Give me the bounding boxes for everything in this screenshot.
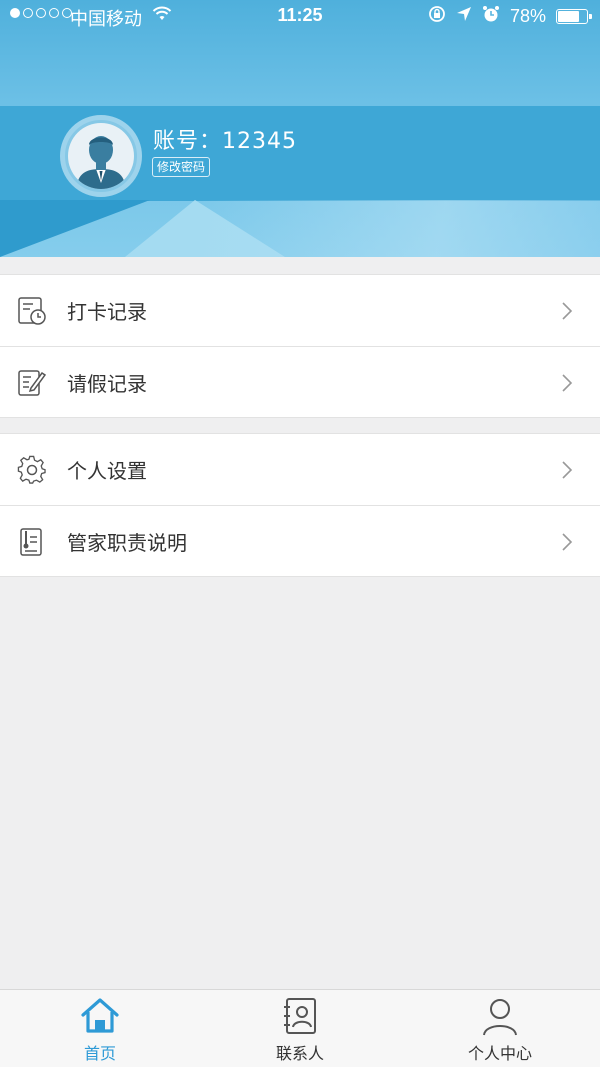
battery-icon [556,9,592,24]
chevron-right-icon [560,533,574,551]
menu-item-label: 管家职责说明 [67,530,187,555]
avatar-image [68,123,134,189]
menu-group-records: 打卡记录 请假记录 [0,274,600,418]
menu-item-personal-settings[interactable]: 个人设置 [0,434,600,505]
contacts-icon [280,996,320,1036]
document-icon [17,527,47,557]
chevron-right-icon [560,302,574,320]
tab-personal-center[interactable]: 个人中心 [400,990,600,1067]
chevron-right-icon [560,374,574,392]
tab-home[interactable]: 首页 [0,990,200,1067]
home-icon [80,996,120,1036]
menu-item-butler-duties[interactable]: 管家职责说明 [0,505,600,576]
avatar[interactable] [60,115,142,197]
rotation-lock-icon [428,5,446,28]
menu-item-leave-record[interactable]: 请假记录 [0,346,600,417]
tab-contacts[interactable]: 联系人 [200,990,400,1067]
menu-item-label: 个人设置 [67,459,147,483]
status-bar: 中国移动 11:25 78% [0,0,600,32]
banner-decoration [200,200,600,257]
location-icon [456,6,472,27]
tab-label: 联系人 [275,1044,324,1063]
tab-label: 首页 [83,1044,116,1063]
person-icon [480,996,520,1036]
menu-item-label: 请假记录 [67,371,147,396]
tab-bar: 首页 联系人 个人中心 [0,989,600,1067]
menu-item-label: 打卡记录 [67,300,147,324]
clock-in-record-icon [17,296,47,326]
battery-percentage: 78% [509,6,546,26]
menu-group-settings: 个人设置 管家职责说明 [0,433,600,577]
menu-item-clock-in-record[interactable]: 打卡记录 [0,275,600,346]
change-password-button[interactable]: 修改密码 [152,157,211,177]
tab-label: 个人中心 [467,1044,532,1063]
leave-record-icon [17,368,47,398]
gear-icon [17,455,47,485]
battery-fill [558,11,580,22]
account-label: 账号：12345 [153,129,297,154]
chevron-right-icon [560,461,574,479]
alarm-icon [482,5,500,28]
